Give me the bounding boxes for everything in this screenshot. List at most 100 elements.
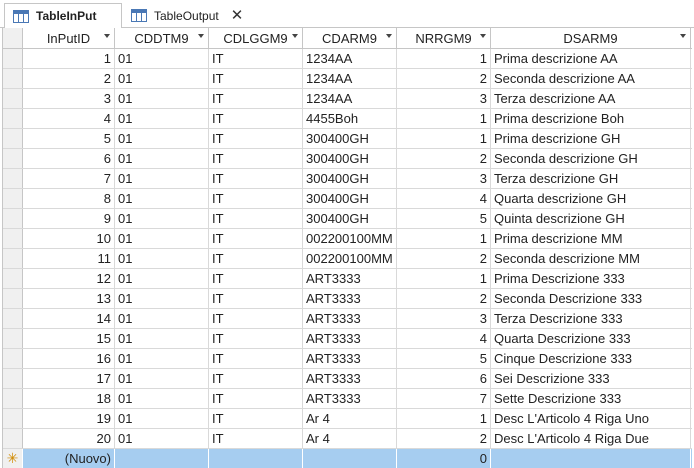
table-row[interactable]: 19 01 IT Ar 4 1 Desc L'Articolo 4 Riga Uno: [3, 409, 692, 429]
table-cell[interactable]: Ar 4: [303, 409, 397, 428]
table-cell[interactable]: 10: [23, 229, 115, 248]
table-cell[interactable]: 300400GH: [303, 149, 397, 168]
table-cell[interactable]: 1: [397, 49, 491, 68]
table-cell[interactable]: ART3333: [303, 329, 397, 348]
tab-tableinput[interactable]: TableInPut: [4, 3, 122, 29]
table-row[interactable]: 9 01 IT 300400GH 5 Quinta descrizione GH: [3, 209, 692, 229]
record-selector[interactable]: [3, 389, 23, 408]
filter-dropdown-icon[interactable]: [680, 34, 686, 38]
table-cell[interactable]: Desc L'Articolo 4 Riga Uno: [491, 409, 691, 428]
table-cell[interactable]: 2: [397, 149, 491, 168]
table-cell[interactable]: Prima descrizione Boh: [491, 109, 691, 128]
new-record-id[interactable]: (Nuovo): [23, 449, 115, 468]
table-cell[interactable]: Seconda descrizione MM: [491, 249, 691, 268]
table-cell[interactable]: 01: [115, 309, 209, 328]
table-cell[interactable]: Seconda descrizione GH: [491, 149, 691, 168]
table-cell[interactable]: Prima descrizione AA: [491, 49, 691, 68]
table-cell[interactable]: 19: [23, 409, 115, 428]
table-row[interactable]: 12 01 IT ART3333 1 Prima Descrizione 333: [3, 269, 692, 289]
select-all-corner[interactable]: [3, 28, 23, 48]
table-cell[interactable]: Ar 4: [303, 429, 397, 448]
table-cell[interactable]: [115, 449, 209, 468]
record-selector[interactable]: [3, 249, 23, 268]
table-cell[interactable]: Cinque Descrizione 333: [491, 349, 691, 368]
table-cell[interactable]: Seconda Descrizione 333: [491, 289, 691, 308]
table-cell[interactable]: 2: [397, 429, 491, 448]
table-cell[interactable]: IT: [209, 189, 303, 208]
tab-tableoutput[interactable]: TableOutput ✕: [122, 3, 246, 28]
table-cell[interactable]: IT: [209, 169, 303, 188]
filter-dropdown-icon[interactable]: [198, 34, 204, 38]
table-row[interactable]: 16 01 IT ART3333 5 Cinque Descrizione 333: [3, 349, 692, 369]
record-selector[interactable]: [3, 89, 23, 108]
table-cell[interactable]: 1234AA: [303, 69, 397, 88]
column-header-cdarm9[interactable]: CDARM9: [303, 28, 397, 48]
table-cell[interactable]: 01: [115, 129, 209, 148]
table-cell[interactable]: 20: [23, 429, 115, 448]
record-selector[interactable]: [3, 409, 23, 428]
table-row[interactable]: 10 01 IT 002200100MM 1 Prima descrizione MM: [3, 229, 692, 249]
table-cell[interactable]: 01: [115, 169, 209, 188]
table-cell[interactable]: ART3333: [303, 389, 397, 408]
column-header-cdlggm9[interactable]: CDLGGM9: [209, 28, 303, 48]
filter-dropdown-icon[interactable]: [480, 34, 486, 38]
table-cell[interactable]: 18: [23, 389, 115, 408]
table-cell[interactable]: 1234AA: [303, 89, 397, 108]
table-cell[interactable]: 01: [115, 109, 209, 128]
table-cell[interactable]: 1: [397, 109, 491, 128]
record-selector[interactable]: [3, 289, 23, 308]
table-cell[interactable]: 4455Boh: [303, 109, 397, 128]
table-cell[interactable]: Prima descrizione GH: [491, 129, 691, 148]
table-cell[interactable]: 01: [115, 349, 209, 368]
table-row[interactable]: 3 01 IT 1234AA 3 Terza descrizione AA: [3, 89, 692, 109]
table-cell[interactable]: IT: [209, 89, 303, 108]
table-row[interactable]: 11 01 IT 002200100MM 2 Seconda descrizione MM: [3, 249, 692, 269]
table-cell[interactable]: IT: [209, 69, 303, 88]
record-selector[interactable]: [3, 229, 23, 248]
table-cell[interactable]: 2: [397, 69, 491, 88]
filter-dropdown-icon[interactable]: [104, 34, 110, 38]
table-cell[interactable]: Desc L'Articolo 4 Riga Due: [491, 429, 691, 448]
table-cell[interactable]: 8: [23, 189, 115, 208]
table-cell[interactable]: Sette Descrizione 333: [491, 389, 691, 408]
table-cell[interactable]: 17: [23, 369, 115, 388]
table-cell[interactable]: 002200100MM: [303, 249, 397, 268]
column-header-inputid[interactable]: InPutID: [23, 28, 115, 48]
table-cell[interactable]: 11: [23, 249, 115, 268]
table-cell[interactable]: 3: [397, 169, 491, 188]
record-selector[interactable]: [3, 69, 23, 88]
new-record-row[interactable]: ✳ (Nuovo) 0: [3, 449, 692, 468]
table-cell[interactable]: 7: [397, 389, 491, 408]
table-cell[interactable]: 300400GH: [303, 169, 397, 188]
table-cell[interactable]: 4: [397, 189, 491, 208]
record-selector[interactable]: [3, 349, 23, 368]
table-cell[interactable]: 01: [115, 269, 209, 288]
table-row[interactable]: 15 01 IT ART3333 4 Quarta Descrizione 333: [3, 329, 692, 349]
table-cell[interactable]: 2: [23, 69, 115, 88]
table-cell[interactable]: IT: [209, 209, 303, 228]
table-cell[interactable]: IT: [209, 109, 303, 128]
table-cell[interactable]: 01: [115, 209, 209, 228]
table-cell[interactable]: 15: [23, 329, 115, 348]
table-cell[interactable]: 300400GH: [303, 129, 397, 148]
table-cell[interactable]: 7: [23, 169, 115, 188]
record-selector[interactable]: [3, 149, 23, 168]
record-selector[interactable]: [3, 309, 23, 328]
table-row[interactable]: 4 01 IT 4455Boh 1 Prima descrizione Boh: [3, 109, 692, 129]
record-selector[interactable]: [3, 49, 23, 68]
record-selector[interactable]: [3, 429, 23, 448]
record-selector[interactable]: [3, 169, 23, 188]
table-cell[interactable]: IT: [209, 249, 303, 268]
table-cell[interactable]: [209, 449, 303, 468]
table-cell[interactable]: 5: [397, 349, 491, 368]
table-cell[interactable]: ART3333: [303, 369, 397, 388]
table-cell[interactable]: 01: [115, 229, 209, 248]
table-row[interactable]: 20 01 IT Ar 4 2 Desc L'Articolo 4 Riga Due: [3, 429, 692, 449]
table-cell[interactable]: 300400GH: [303, 209, 397, 228]
table-cell[interactable]: ART3333: [303, 289, 397, 308]
table-cell[interactable]: 16: [23, 349, 115, 368]
table-cell[interactable]: IT: [209, 229, 303, 248]
table-cell[interactable]: 1: [397, 129, 491, 148]
table-cell[interactable]: Seconda descrizione AA: [491, 69, 691, 88]
table-cell[interactable]: 01: [115, 49, 209, 68]
